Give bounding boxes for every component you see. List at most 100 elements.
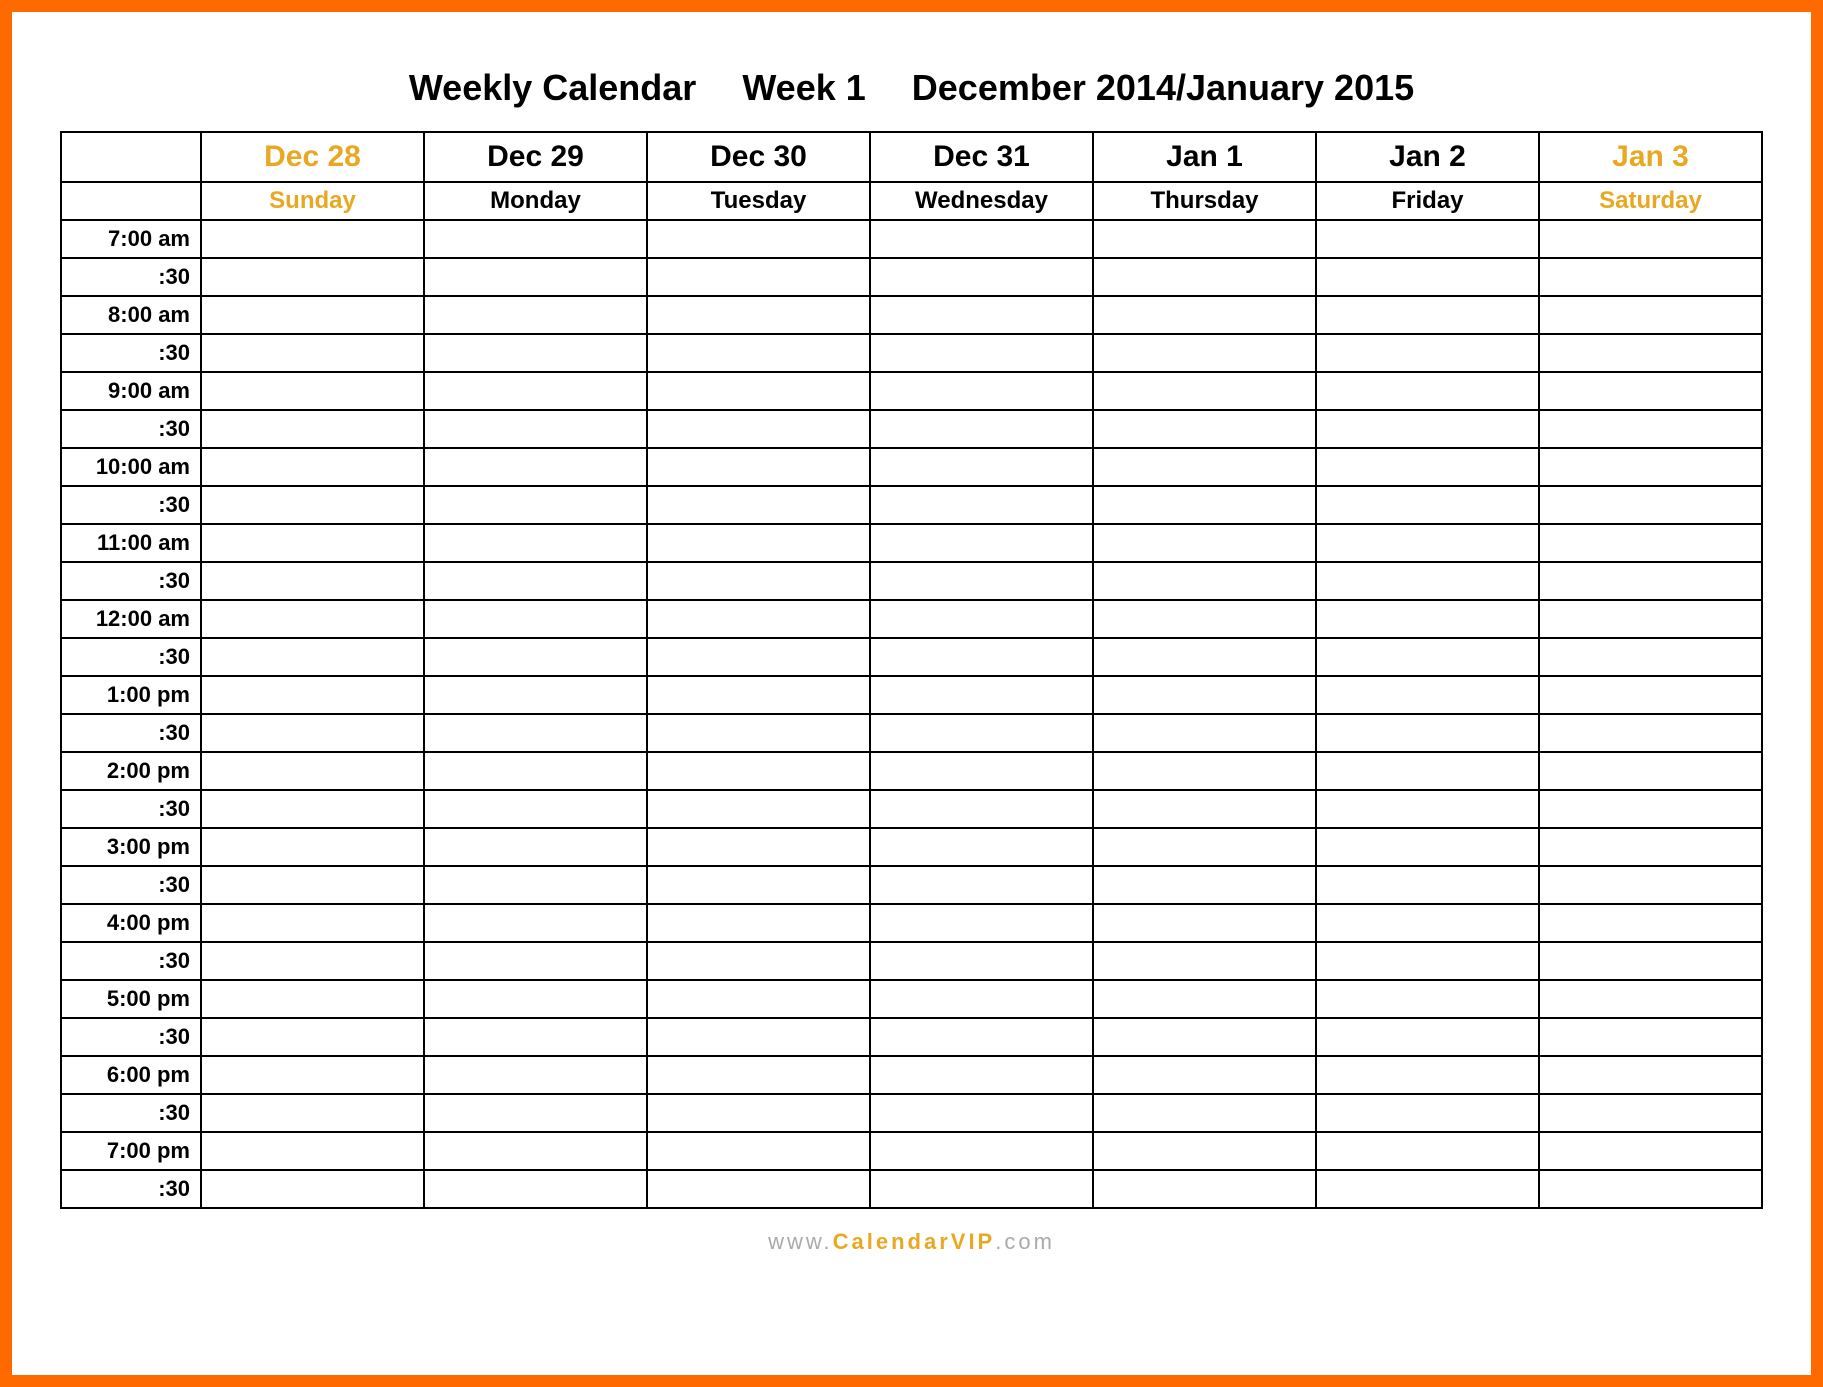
calendar-slot[interactable] [647,714,870,752]
calendar-slot[interactable] [647,448,870,486]
calendar-slot[interactable] [1539,1170,1762,1208]
calendar-slot[interactable] [1316,524,1539,562]
calendar-slot[interactable] [424,1056,647,1094]
calendar-slot[interactable] [1316,828,1539,866]
calendar-slot[interactable] [1093,220,1316,258]
calendar-slot[interactable] [1316,372,1539,410]
calendar-slot[interactable] [870,486,1093,524]
calendar-slot[interactable] [1093,524,1316,562]
calendar-slot[interactable] [870,980,1093,1018]
calendar-slot[interactable] [201,562,424,600]
calendar-slot[interactable] [647,486,870,524]
calendar-slot[interactable] [1093,372,1316,410]
calendar-slot[interactable] [647,258,870,296]
calendar-slot[interactable] [1316,714,1539,752]
calendar-slot[interactable] [1316,410,1539,448]
calendar-slot[interactable] [1539,258,1762,296]
calendar-slot[interactable] [1093,486,1316,524]
calendar-slot[interactable] [424,562,647,600]
calendar-slot[interactable] [647,220,870,258]
calendar-slot[interactable] [1539,1094,1762,1132]
calendar-slot[interactable] [1539,980,1762,1018]
calendar-slot[interactable] [1316,296,1539,334]
calendar-slot[interactable] [201,904,424,942]
calendar-slot[interactable] [201,1018,424,1056]
calendar-slot[interactable] [201,828,424,866]
calendar-slot[interactable] [1093,1170,1316,1208]
calendar-slot[interactable] [870,714,1093,752]
calendar-slot[interactable] [1316,1170,1539,1208]
calendar-slot[interactable] [870,448,1093,486]
calendar-slot[interactable] [1316,904,1539,942]
calendar-slot[interactable] [424,600,647,638]
calendar-slot[interactable] [1093,258,1316,296]
calendar-slot[interactable] [424,866,647,904]
calendar-slot[interactable] [1539,714,1762,752]
calendar-slot[interactable] [1539,638,1762,676]
calendar-slot[interactable] [870,296,1093,334]
calendar-slot[interactable] [424,942,647,980]
calendar-slot[interactable] [647,372,870,410]
calendar-slot[interactable] [647,334,870,372]
calendar-slot[interactable] [201,714,424,752]
calendar-slot[interactable] [870,676,1093,714]
calendar-slot[interactable] [870,866,1093,904]
calendar-slot[interactable] [201,790,424,828]
calendar-slot[interactable] [201,1170,424,1208]
calendar-slot[interactable] [1539,486,1762,524]
calendar-slot[interactable] [424,1170,647,1208]
calendar-slot[interactable] [424,752,647,790]
calendar-slot[interactable] [201,220,424,258]
calendar-slot[interactable] [1539,1018,1762,1056]
calendar-slot[interactable] [1316,980,1539,1018]
calendar-slot[interactable] [870,600,1093,638]
calendar-slot[interactable] [1093,448,1316,486]
calendar-slot[interactable] [424,828,647,866]
calendar-slot[interactable] [870,638,1093,676]
calendar-slot[interactable] [870,1170,1093,1208]
calendar-slot[interactable] [201,296,424,334]
calendar-slot[interactable] [1093,1056,1316,1094]
calendar-slot[interactable] [424,258,647,296]
calendar-slot[interactable] [1093,1132,1316,1170]
calendar-slot[interactable] [647,676,870,714]
calendar-slot[interactable] [1093,714,1316,752]
calendar-slot[interactable] [201,980,424,1018]
calendar-slot[interactable] [647,296,870,334]
calendar-slot[interactable] [424,676,647,714]
calendar-slot[interactable] [1316,220,1539,258]
calendar-slot[interactable] [1539,524,1762,562]
calendar-slot[interactable] [647,942,870,980]
calendar-slot[interactable] [1093,676,1316,714]
calendar-slot[interactable] [870,372,1093,410]
calendar-slot[interactable] [870,790,1093,828]
calendar-slot[interactable] [647,1170,870,1208]
calendar-slot[interactable] [201,1056,424,1094]
calendar-slot[interactable] [1093,790,1316,828]
calendar-slot[interactable] [1093,904,1316,942]
calendar-slot[interactable] [424,372,647,410]
calendar-slot[interactable] [424,980,647,1018]
calendar-slot[interactable] [1093,638,1316,676]
calendar-slot[interactable] [647,980,870,1018]
calendar-slot[interactable] [1539,334,1762,372]
calendar-slot[interactable] [201,448,424,486]
calendar-slot[interactable] [1093,980,1316,1018]
calendar-slot[interactable] [870,828,1093,866]
calendar-slot[interactable] [870,1132,1093,1170]
calendar-slot[interactable] [1316,334,1539,372]
calendar-slot[interactable] [424,448,647,486]
calendar-slot[interactable] [201,258,424,296]
calendar-slot[interactable] [870,1018,1093,1056]
calendar-slot[interactable] [424,410,647,448]
calendar-slot[interactable] [1539,942,1762,980]
calendar-slot[interactable] [201,676,424,714]
calendar-slot[interactable] [424,1094,647,1132]
calendar-slot[interactable] [1093,296,1316,334]
calendar-slot[interactable] [647,866,870,904]
calendar-slot[interactable] [201,372,424,410]
calendar-slot[interactable] [870,334,1093,372]
calendar-slot[interactable] [201,410,424,448]
calendar-slot[interactable] [647,752,870,790]
calendar-slot[interactable] [1539,372,1762,410]
